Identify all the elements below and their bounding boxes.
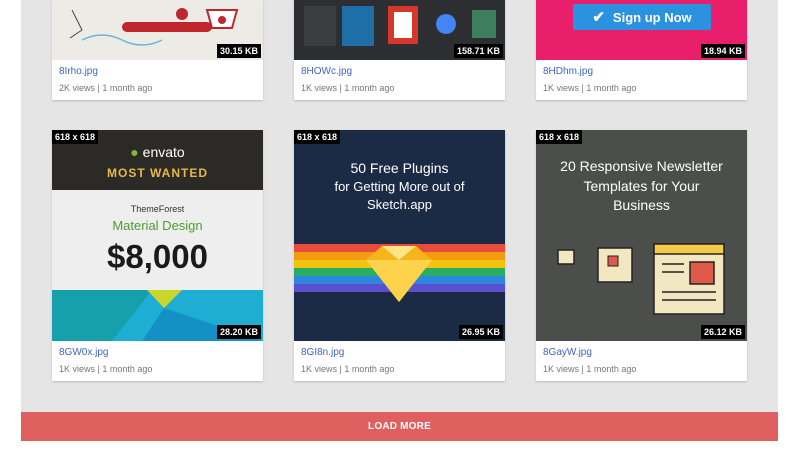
views-count: 1K views [543, 364, 580, 374]
image-card[interactable]: 158.71 KB 8HOWc.jpg 1K views | 1 month a… [294, 0, 505, 100]
gallery-panel: 30.15 KB 8Irho.jpg 2K views | 1 month ag… [21, 0, 778, 441]
upload-age: 1 month ago [344, 83, 395, 93]
upload-age: 1 month ago [102, 83, 153, 93]
image-card[interactable]: 50 Free Plugins for Getting More out of … [294, 130, 505, 381]
image-card[interactable]: 30.15 KB 8Irho.jpg 2K views | 1 month ag… [52, 0, 263, 100]
brand-name: envato [142, 144, 185, 160]
check-icon: ✔ [592, 9, 605, 26]
headline-line-1: 50 Free Plugins [350, 160, 449, 176]
leaf-icon: ● [130, 144, 139, 160]
headline-line-1: 20 Responsive Newsletter [560, 158, 723, 174]
thumbnail[interactable]: ● envato MOST WANTED ThemeForest Materia… [52, 130, 263, 341]
image-stats: 2K views | 1 month ago [59, 83, 263, 93]
views-count: 1K views [59, 364, 96, 374]
promo-body: ThemeForest Material Design $8,000 [52, 190, 263, 290]
filename-link[interactable]: 8GayW.jpg [543, 347, 747, 358]
image-card[interactable]: 20 Responsive Newsletter Templates for Y… [536, 130, 747, 381]
upload-age: 1 month ago [344, 364, 395, 374]
thumbnail[interactable]: ✔ Sign up Now 18.94 KB [536, 0, 747, 60]
headline-line-2: for Getting More out of [334, 179, 465, 194]
views-count: 1K views [301, 364, 338, 374]
thumbnail[interactable]: 50 Free Plugins for Getting More out of … [294, 130, 505, 341]
load-more-button[interactable]: LOAD MORE [21, 412, 778, 441]
image-card[interactable]: ● envato MOST WANTED ThemeForest Materia… [52, 130, 263, 381]
category-name: Material Design [112, 218, 203, 233]
filename-link[interactable]: 8GI8n.jpg [301, 347, 505, 358]
marketplace-name: ThemeForest [130, 204, 185, 214]
filename-link[interactable]: 8HOWc.jpg [301, 66, 505, 77]
filename-link[interactable]: 8Irho.jpg [59, 66, 263, 77]
thumbnail[interactable]: 158.71 KB [294, 0, 505, 60]
separator: | [97, 83, 100, 93]
dimensions-badge: 618 x 618 [294, 130, 341, 144]
banner-text: Sign up Now [612, 9, 692, 25]
file-size-badge: 26.95 KB [458, 325, 503, 339]
upload-age: 1 month ago [586, 364, 637, 374]
filename-link[interactable]: 8HDhm.jpg [543, 66, 747, 77]
separator: | [581, 83, 584, 93]
separator: | [97, 364, 100, 374]
views-count: 1K views [543, 83, 580, 93]
image-stats: 1K views | 1 month ago [301, 364, 505, 374]
headline-line-3: Sketch.app [366, 197, 433, 212]
dimensions-badge: 618 x 618 [52, 130, 99, 144]
image-stats: 1K views | 1 month ago [301, 83, 505, 93]
views-count: 2K views [59, 83, 96, 93]
headline: MOST WANTED [107, 166, 208, 180]
upload-age: 1 month ago [102, 364, 153, 374]
signup-banner: ✔ Sign up Now [573, 4, 711, 30]
separator: | [339, 364, 342, 374]
image-stats: 1K views | 1 month ago [59, 364, 263, 374]
headline-line-3: Business [613, 197, 670, 213]
file-size-badge: 28.20 KB [216, 325, 261, 339]
image-stats: 1K views | 1 month ago [543, 83, 747, 93]
prize-amount: $8,000 [107, 238, 208, 275]
file-size-badge: 158.71 KB [453, 44, 503, 58]
headline-line-2: Templates for Your [583, 178, 700, 194]
upload-age: 1 month ago [586, 83, 637, 93]
dimensions-badge: 618 x 618 [536, 130, 583, 144]
thumbnail[interactable]: 20 Responsive Newsletter Templates for Y… [536, 130, 747, 341]
separator: | [339, 83, 342, 93]
file-size-badge: 18.94 KB [700, 44, 745, 58]
thumbnail[interactable]: 30.15 KB [52, 0, 263, 60]
views-count: 1K views [301, 83, 338, 93]
image-stats: 1K views | 1 month ago [543, 364, 747, 374]
file-size-badge: 30.15 KB [216, 44, 261, 58]
filename-link[interactable]: 8GW0x.jpg [59, 347, 263, 358]
file-size-badge: 26.12 KB [700, 325, 745, 339]
image-card[interactable]: ✔ Sign up Now 18.94 KB 8HDhm.jpg 1K view… [536, 0, 747, 100]
separator: | [581, 364, 584, 374]
